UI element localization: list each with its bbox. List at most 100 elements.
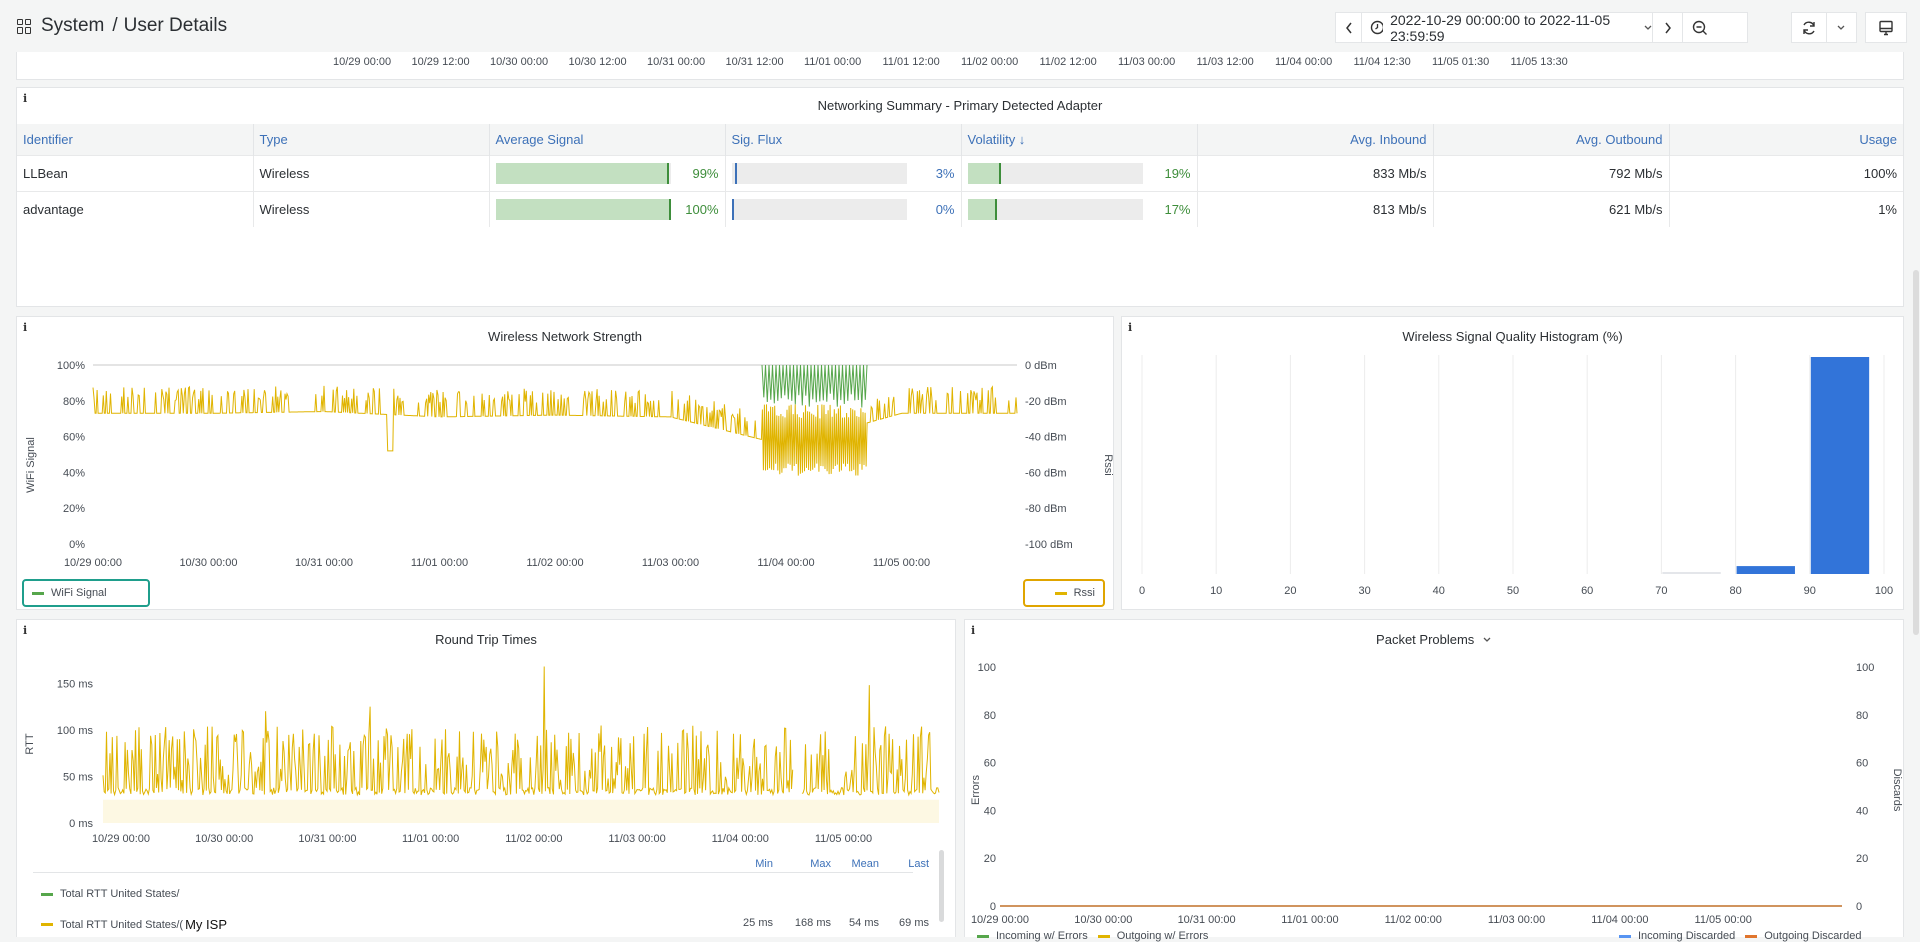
- y-tick-left: 0%: [69, 539, 85, 551]
- chevron-down-icon: [1837, 25, 1845, 30]
- y-tick-left: 60: [984, 758, 996, 770]
- breadcrumb-parent[interactable]: System: [41, 15, 104, 37]
- column-header-usage[interactable]: Usage: [1669, 124, 1903, 155]
- column-header-avg-inbound[interactable]: Avg. Inbound: [1197, 124, 1434, 155]
- page-scrollbar[interactable]: [1913, 270, 1919, 635]
- legend-label[interactable]: Outgoing w/ Errors: [1117, 930, 1209, 942]
- column-header-type[interactable]: Type: [253, 124, 490, 155]
- x-tick: 80: [1729, 585, 1741, 597]
- legend-header-min[interactable]: Min: [711, 858, 773, 870]
- zoom-out-button[interactable]: [1683, 13, 1717, 42]
- x-tick: 11/05 00:00: [815, 833, 872, 845]
- time-range-picker[interactable]: 2022-10-29 00:00:00 to 2022-11-05 23:59:…: [1362, 12, 1653, 44]
- histogram-chart: 0 10 20 30 40 50 60 70 80 90 100: [1139, 355, 1893, 597]
- timeline-tick: 11/01 00:00: [804, 56, 862, 68]
- x-tick: 11/01 00:00: [402, 833, 459, 845]
- timeline-tick: 11/03 12:00: [1196, 56, 1254, 68]
- y-tick-left: 20%: [63, 503, 85, 515]
- table-row[interactable]: advantage Wireless 100% 0% 17% 813 Mb/s 621 Mb…: [17, 190, 1903, 227]
- y-tick-left: 100: [978, 662, 996, 674]
- x-tick: 11/04 00:00: [712, 833, 769, 845]
- legend-label: WiFi Signal: [51, 587, 107, 599]
- x-tick: 10/31 00:00: [298, 833, 356, 845]
- refresh-group: [1791, 12, 1857, 43]
- y-tick: 0 ms: [69, 818, 93, 830]
- legend-swatch: [1745, 934, 1758, 938]
- signal-histogram-panel: i Wireless Signal Quality Histogram (%) …: [1121, 316, 1904, 610]
- legend-label[interactable]: Incoming w/ Errors: [996, 930, 1088, 942]
- legend-label[interactable]: Incoming Discarded: [1638, 930, 1735, 942]
- refresh-button[interactable]: [1792, 13, 1827, 42]
- networking-summary-table: Identifier Type Average Signal Sig. Flux…: [17, 124, 1903, 227]
- gauge-fill: [967, 162, 1001, 184]
- y-tick-left: 40%: [63, 467, 85, 479]
- y-tick-right: 80: [1856, 710, 1868, 722]
- x-tick: 11/03 00:00: [608, 833, 665, 845]
- legend-header-mean[interactable]: Mean: [831, 858, 879, 870]
- gauge-bar: [495, 198, 671, 220]
- timeline-tick: 11/04 12:30: [1353, 56, 1411, 68]
- legend-swatch: [977, 934, 989, 938]
- column-header-identifier[interactable]: Identifier: [17, 124, 254, 155]
- timeline-tick: 10/31 12:00: [725, 56, 784, 68]
- legend-row[interactable]: Total RTT United States/: [41, 888, 179, 900]
- legend-row[interactable]: Total RTT United States/( My ISP: [41, 917, 227, 932]
- y-tick-right: -80 dBm: [1025, 503, 1067, 515]
- legend-header-last[interactable]: Last: [879, 858, 929, 870]
- dashboard-grid-icon[interactable]: [17, 18, 32, 34]
- top-bar: System / User Details 2022-10-29 00:00:0…: [0, 0, 1920, 52]
- y-tick-left: 0: [990, 901, 996, 913]
- round-trip-chart: 150 ms 100 ms 50 ms 0 ms 10/29 00:00 10/30 00…: [57, 666, 940, 845]
- time-shift-forward-button[interactable]: [1653, 13, 1683, 42]
- series-line-rssi: [92, 385, 1018, 476]
- cell-identifier: advantage: [17, 190, 254, 227]
- column-header-sig-flux[interactable]: Sig. Flux: [725, 124, 962, 155]
- timeline-tick: 11/04 00:00: [1275, 56, 1333, 68]
- gauge-bar: [731, 198, 907, 220]
- y-tick-left: 40: [984, 805, 996, 817]
- gauge-value: 99%: [692, 165, 719, 181]
- y-tick-left: 100%: [57, 360, 85, 372]
- legend-scrollbar[interactable]: [939, 850, 944, 922]
- legend-swatch: [1619, 934, 1631, 938]
- column-header-avg-outbound[interactable]: Avg. Outbound: [1433, 124, 1670, 155]
- gauge-fill: [495, 198, 671, 220]
- gauge-bar: [495, 162, 671, 184]
- refresh-interval-dropdown[interactable]: [1827, 13, 1856, 42]
- column-header-average-signal[interactable]: Average Signal: [489, 124, 726, 155]
- legend-rssi[interactable]: Rssi: [1023, 579, 1105, 607]
- legend-stat-mean: 54 ms: [849, 917, 879, 929]
- timeline-tick: 10/29 00:00: [333, 56, 392, 68]
- time-shift-back-button[interactable]: [1336, 13, 1362, 42]
- tv-mode-button[interactable]: [1866, 13, 1906, 42]
- x-tick: 10/31 00:00: [295, 557, 353, 569]
- y-tick: 150 ms: [57, 678, 94, 690]
- y-tick-right: 60: [1856, 758, 1868, 770]
- cell-usage: 1%: [1669, 190, 1903, 227]
- gauge-fill: [731, 198, 734, 220]
- x-tick: 70: [1655, 585, 1667, 597]
- cell-average-signal: 100%: [489, 190, 726, 227]
- legend-stat-max: 168 ms: [794, 917, 831, 929]
- cell-type: Wireless: [253, 154, 490, 191]
- gauge-value: 0%: [935, 201, 955, 217]
- legend-header-max[interactable]: Max: [773, 858, 831, 870]
- legend-label[interactable]: Outgoing Discarded: [1764, 930, 1861, 942]
- cell-identifier: LLBean: [17, 154, 254, 191]
- clock-icon: [1370, 20, 1384, 35]
- gauge-bar: [967, 162, 1143, 184]
- table-row[interactable]: LLBean Wireless 99% 3% 19% 833 Mb/s 792 Mb/s 10…: [17, 154, 1903, 191]
- gauge-fill: [967, 198, 998, 220]
- time-picker-group: 2022-10-29 00:00:00 to 2022-11-05 23:59:…: [1335, 12, 1748, 44]
- x-tick: 11/01 00:00: [1281, 914, 1338, 926]
- y-tick-left: 80: [984, 710, 996, 722]
- x-tick: 10/29 00:00: [92, 833, 150, 845]
- timeline-tick: 10/31 00:00: [647, 56, 706, 68]
- y-tick-right: 0 dBm: [1025, 360, 1057, 372]
- x-tick: 10/30 00:00: [1074, 914, 1132, 926]
- column-header-volatility[interactable]: Volatility ↓: [961, 124, 1198, 155]
- refresh-icon: [1803, 21, 1815, 34]
- x-tick: 11/04 00:00: [757, 557, 814, 569]
- legend-wifi-signal[interactable]: WiFi Signal: [22, 579, 150, 607]
- wireless-strength-panel: i Wireless Network Strength WiFi Signal …: [16, 316, 1114, 610]
